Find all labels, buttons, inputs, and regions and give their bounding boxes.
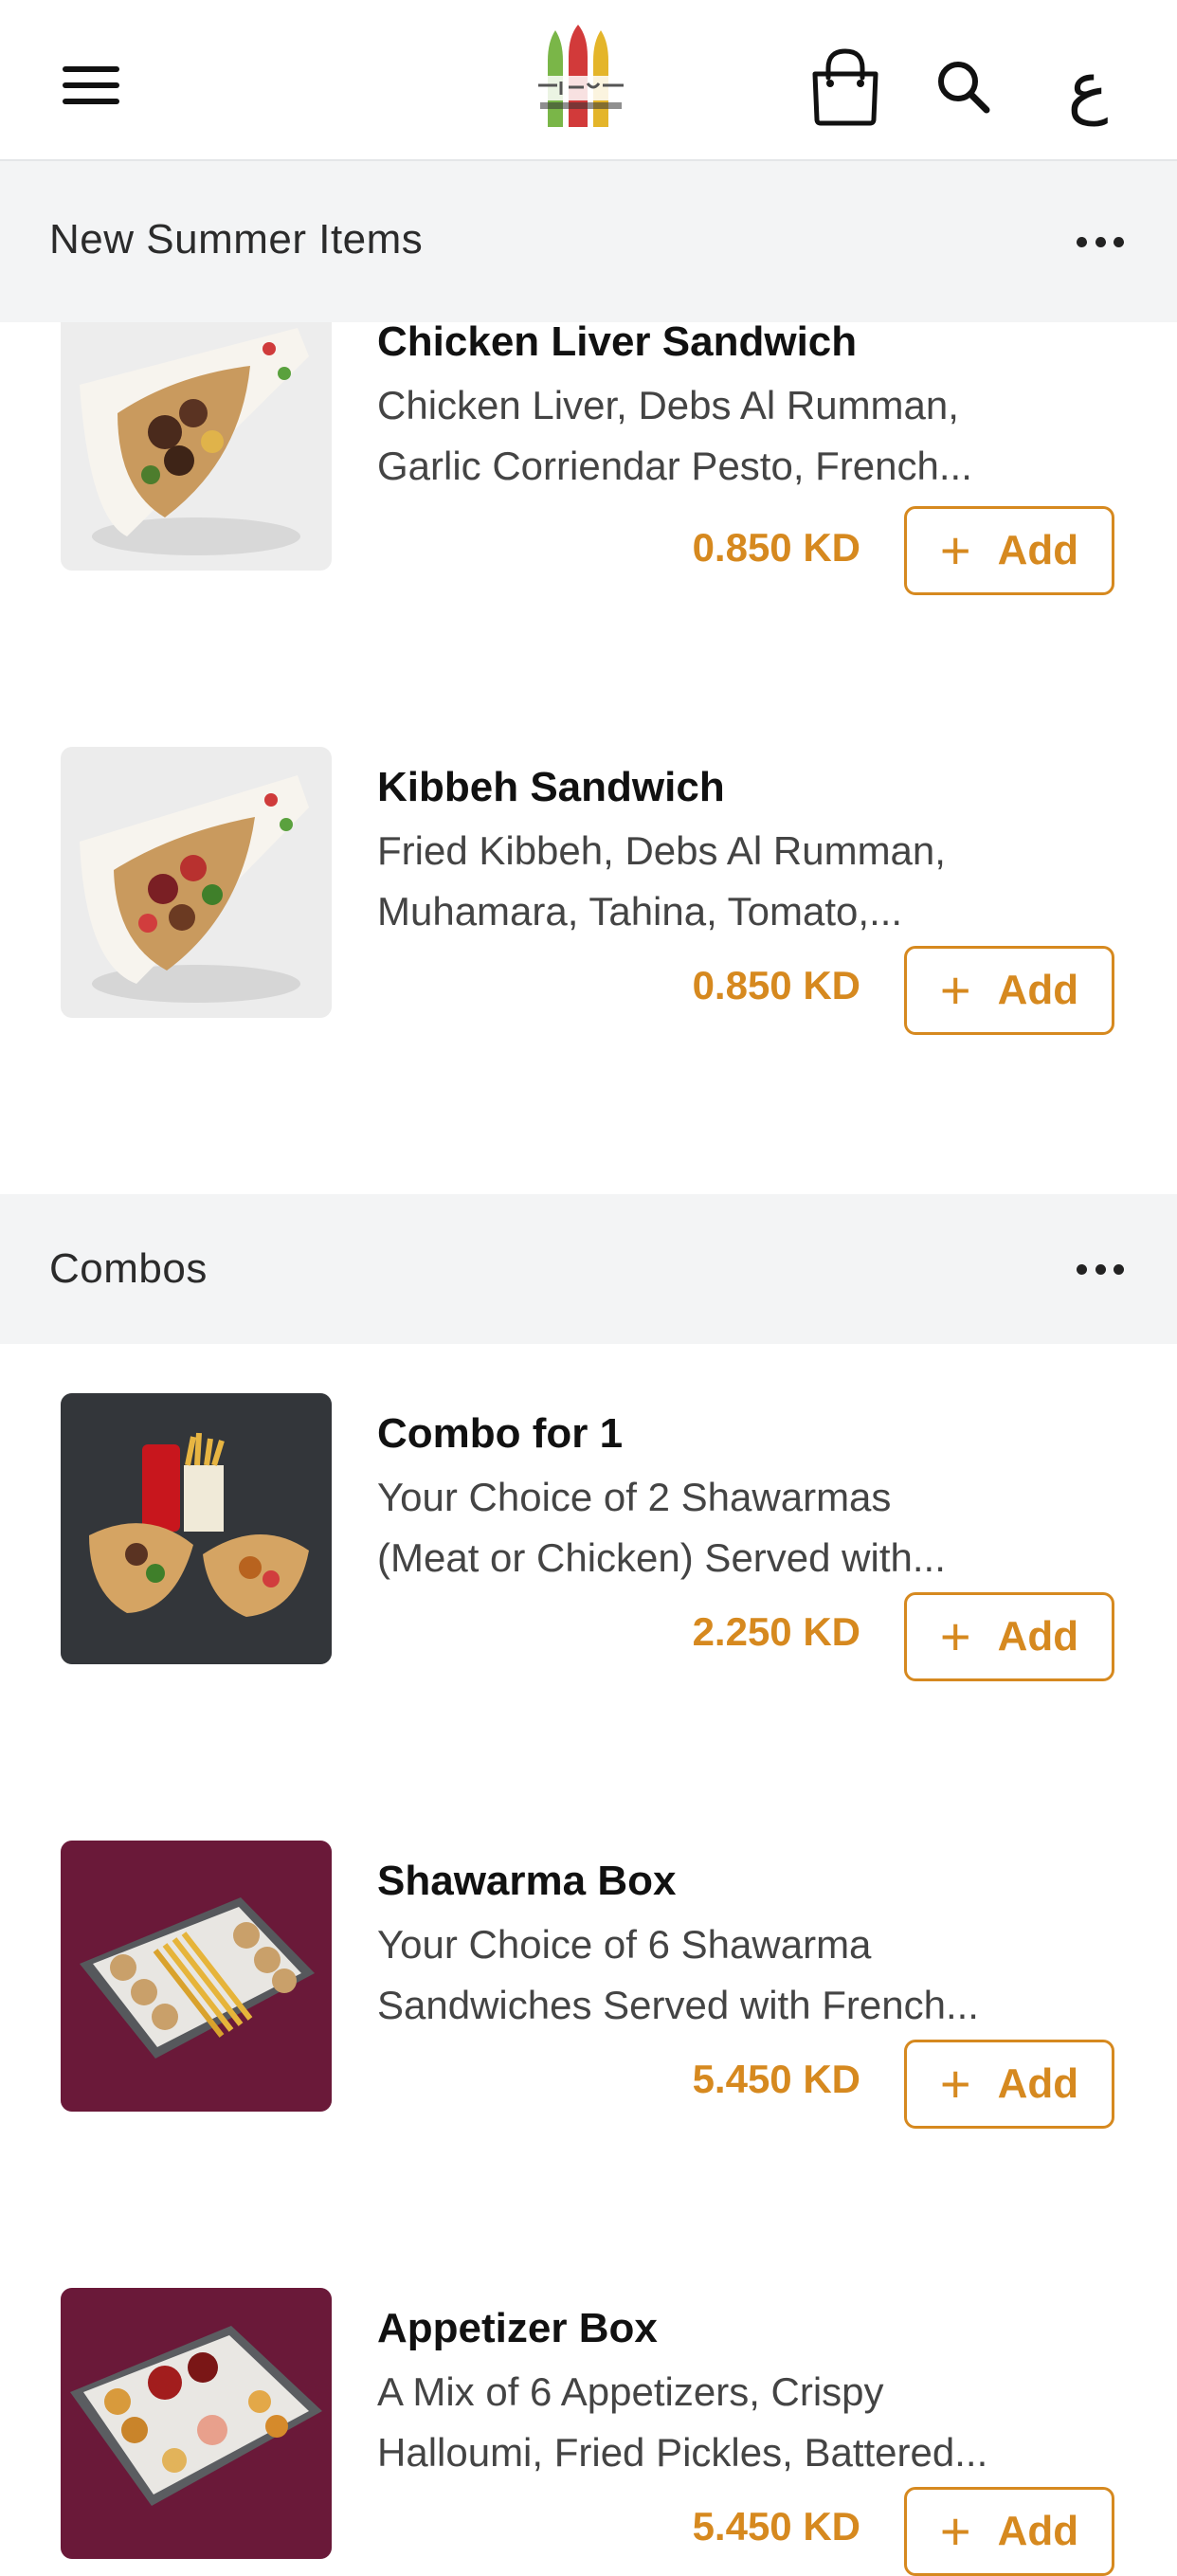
add-button[interactable]: + Add [904,2040,1114,2129]
plus-icon: + [939,2501,971,2561]
section-title: Combos [49,1245,208,1292]
add-button[interactable]: + Add [904,506,1114,595]
brand-logo[interactable] [519,23,643,136]
add-button-label: Add [997,527,1079,573]
item-image [61,747,332,1018]
language-toggle[interactable]: ع [1050,44,1126,129]
menu-item[interactable]: Appetizer Box A Mix of 6 Appetizers, Cri… [0,2288,1177,2576]
menu-item[interactable]: Chicken Liver Sandwich Chicken Liver, De… [0,299,1177,595]
item-image [61,299,332,571]
shopping-bag-icon[interactable] [807,45,883,127]
plus-icon: + [939,520,971,580]
add-button-label: Add [997,2508,1079,2554]
menu-icon[interactable] [57,59,125,112]
search-icon[interactable] [933,57,994,118]
item-description: Fried Kibbeh, Debs Al Rumman, Muhamara, … [377,821,1126,942]
more-options-icon[interactable] [1077,1262,1124,1276]
item-description-line: Your Choice of 6 Shawarma [377,1922,872,1967]
item-price: 5.450 KD [692,2504,860,2549]
item-description: Chicken Liver, Debs Al Rumman, Garlic Co… [377,375,1126,497]
plus-icon: + [939,1606,971,1666]
plus-icon: + [939,2054,971,2113]
item-image [61,1393,332,1664]
item-price: 0.850 KD [692,525,860,570]
section-header-new-summer-items: New Summer Items [0,161,1177,322]
item-description-line: Halloumi, Fried Pickles, Battered... [377,2430,988,2475]
item-price: 5.450 KD [692,2057,860,2101]
top-bar: ع [0,0,1177,161]
item-description-line: Fried Kibbeh, Debs Al Rumman, [377,828,946,873]
menu-item[interactable]: Combo for 1 Your Choice of 2 Shawarmas (… [0,1393,1177,1681]
section-title: New Summer Items [49,216,424,263]
item-image [61,2288,332,2559]
item-description-line: (Meat or Chicken) Served with... [377,1535,946,1580]
item-image [61,1841,332,2112]
menu-item[interactable]: Shawarma Box Your Choice of 6 Shawarma S… [0,1841,1177,2129]
item-name: Kibbeh Sandwich [377,764,725,810]
more-options-icon[interactable] [1077,235,1124,248]
add-button-label: Add [997,967,1079,1013]
add-button[interactable]: + Add [904,1592,1114,1681]
item-description-line: Chicken Liver, Debs Al Rumman, [377,383,959,427]
item-name: Chicken Liver Sandwich [377,318,858,365]
item-price: 0.850 KD [692,963,860,1007]
item-description: Your Choice of 2 Shawarmas (Meat or Chic… [377,1467,1126,1588]
plus-icon: + [939,960,971,1020]
item-description-line: A Mix of 6 Appetizers, Crispy [377,2369,884,2414]
item-description-line: Your Choice of 2 Shawarmas [377,1475,892,1519]
item-description: Your Choice of 6 Shawarma Sandwiches Ser… [377,1914,1126,2036]
item-price: 2.250 KD [692,1609,860,1654]
item-name: Shawarma Box [377,1858,677,1904]
item-description-line: Sandwiches Served with French... [377,1983,979,2027]
item-name: Combo for 1 [377,1410,624,1457]
add-button[interactable]: + Add [904,946,1114,1035]
add-button-label: Add [997,2060,1079,2107]
item-description-line: Garlic Corriendar Pesto, French... [377,444,972,488]
item-description-line: Muhamara, Tahina, Tomato,... [377,889,903,934]
menu-item[interactable]: Kibbeh Sandwich Fried Kibbeh, Debs Al Ru… [0,747,1177,1035]
add-button-label: Add [997,1613,1079,1660]
add-button[interactable]: + Add [904,2487,1114,2576]
item-description: A Mix of 6 Appetizers, Crispy Halloumi, … [377,2362,1126,2483]
item-name: Appetizer Box [377,2305,658,2351]
section-header-combos: Combos [0,1194,1177,1344]
